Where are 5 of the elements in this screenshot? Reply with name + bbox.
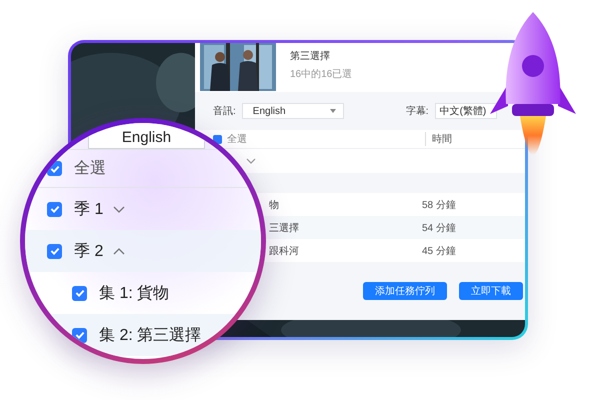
checkbox[interactable] bbox=[47, 161, 62, 176]
checkmark-icon bbox=[48, 203, 60, 215]
checkbox[interactable] bbox=[47, 244, 62, 258]
checkbox[interactable] bbox=[47, 202, 62, 216]
checkmark-icon bbox=[48, 245, 60, 257]
